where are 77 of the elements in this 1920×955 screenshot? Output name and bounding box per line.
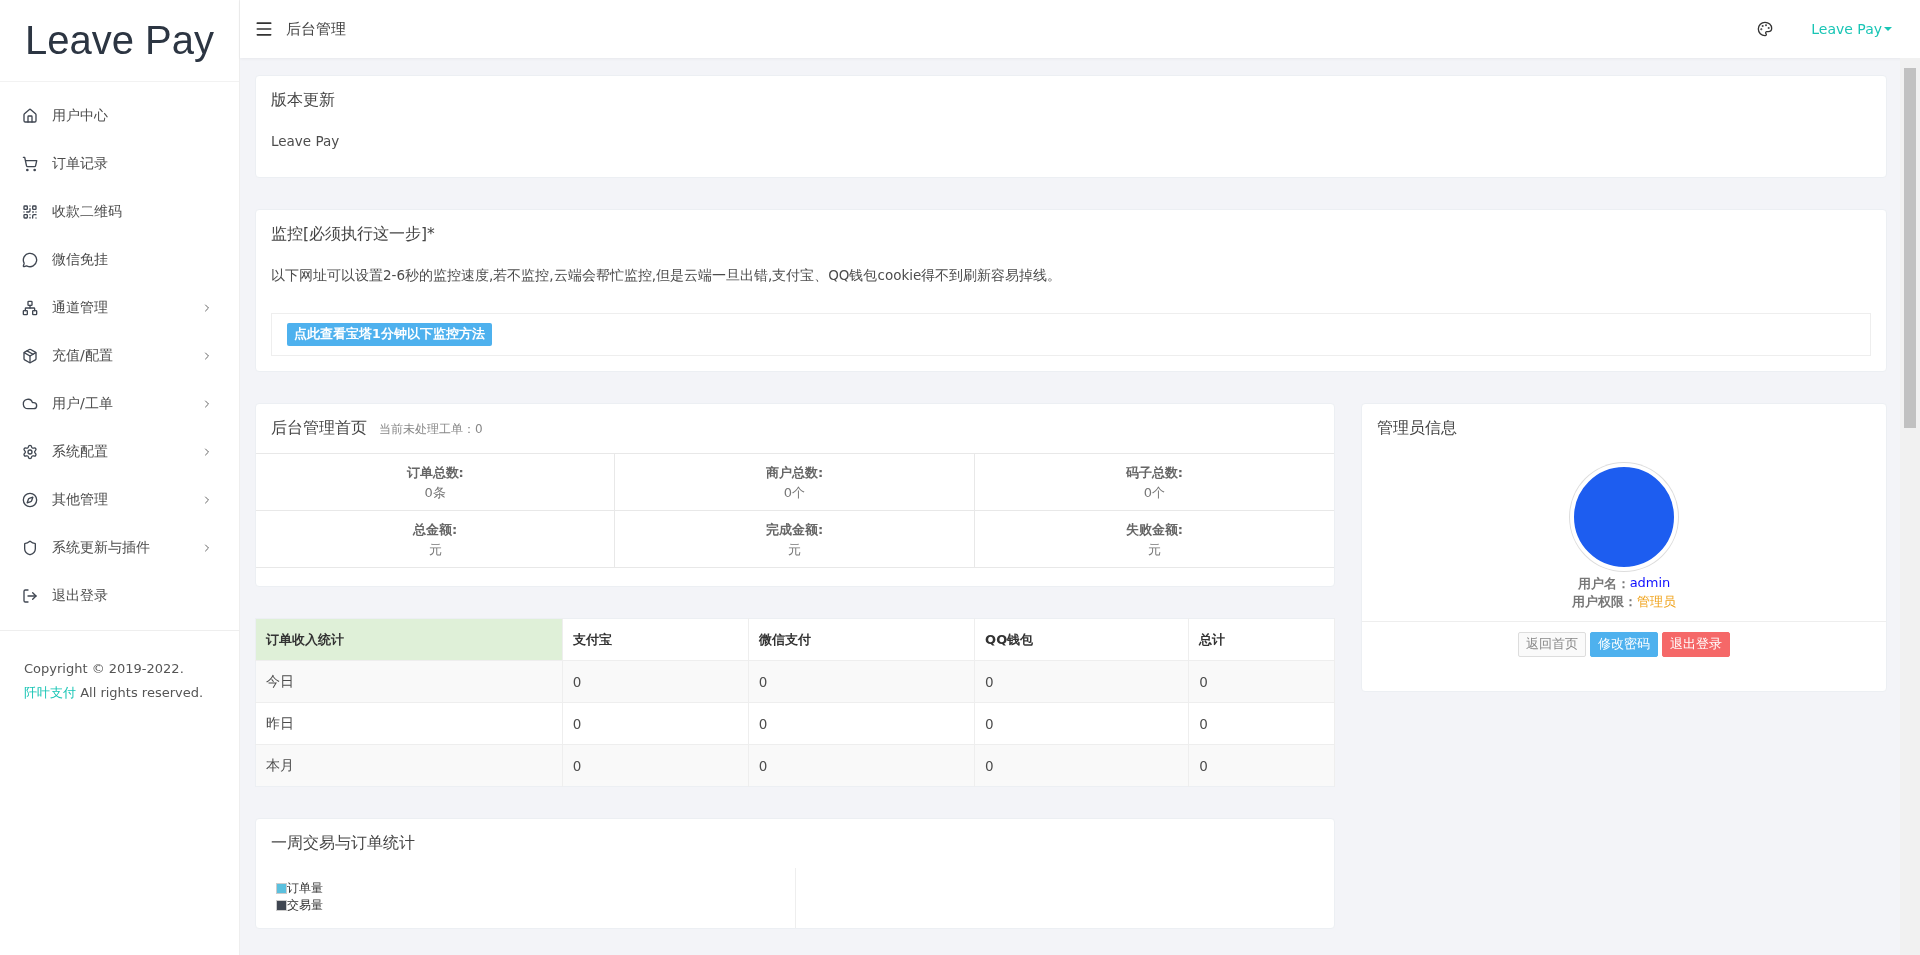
chat-bubble-icon bbox=[22, 252, 38, 268]
qr-code-icon bbox=[22, 204, 38, 220]
scrollbar[interactable] bbox=[1900, 58, 1920, 955]
scrollbar-thumb[interactable] bbox=[1904, 68, 1916, 428]
sidebar-item[interactable]: 订单记录 bbox=[0, 140, 239, 188]
network-icon bbox=[22, 300, 38, 316]
legend-label: 交易量 bbox=[287, 897, 323, 914]
stat-label: 订单总数: bbox=[406, 464, 464, 482]
stat-label: 商户总数: bbox=[765, 464, 824, 482]
column-header: QQ钱包 bbox=[974, 618, 1189, 661]
table-cell: 0 bbox=[974, 744, 1189, 787]
table-cell: 0 bbox=[562, 702, 749, 745]
table-cell: 0 bbox=[562, 744, 749, 787]
card-title: 一周交易与订单统计 bbox=[271, 833, 415, 854]
table-cell: 0 bbox=[562, 660, 749, 703]
card-title: 管理员信息 bbox=[1377, 418, 1457, 439]
table-cell: 0 bbox=[974, 660, 1189, 703]
field-label: 用户权限： bbox=[1572, 593, 1637, 611]
sidebar-item[interactable]: 用户中心 bbox=[0, 92, 239, 140]
table-cell: 0 bbox=[974, 702, 1189, 745]
sidebar-item[interactable]: 通道管理 bbox=[0, 284, 239, 332]
menu-icon[interactable] bbox=[254, 19, 274, 39]
table-cell: 0 bbox=[748, 702, 975, 745]
column-header: 总计 bbox=[1188, 618, 1335, 661]
package-icon bbox=[22, 348, 38, 364]
sidebar-item[interactable]: 退出登录 bbox=[0, 572, 239, 620]
action-button[interactable]: 返回首页 bbox=[1518, 632, 1586, 657]
copyright-text: Copyright © 2019-2022. 阡叶支付 All rights reserved. bbox=[23, 660, 205, 702]
field-label: 用户名： bbox=[1577, 575, 1630, 593]
stat-value: 元 bbox=[1147, 541, 1161, 559]
home-icon bbox=[22, 108, 38, 124]
stat-value: 0个 bbox=[783, 484, 806, 502]
shield-icon bbox=[22, 540, 38, 556]
compass-icon bbox=[22, 492, 38, 508]
table-cell: 0 bbox=[1188, 660, 1335, 703]
table-cell: 0 bbox=[1188, 702, 1335, 745]
sidebar-item[interactable]: 系统更新与插件 bbox=[0, 524, 239, 572]
table-cell: 0 bbox=[748, 660, 975, 703]
sidebar-item[interactable]: 其他管理 bbox=[0, 476, 239, 524]
logout-icon bbox=[22, 588, 38, 604]
sidebar-item[interactable]: 系统配置 bbox=[0, 428, 239, 476]
stat-value: 元 bbox=[428, 541, 442, 559]
version-text: Leave Pay bbox=[270, 132, 341, 151]
cart-icon bbox=[22, 156, 38, 172]
table-cell: 0 bbox=[748, 744, 975, 787]
caret-icon bbox=[1884, 27, 1892, 31]
sidebar-item[interactable]: 用户/工单 bbox=[0, 380, 239, 428]
column-header: 支付宝 bbox=[562, 618, 749, 661]
username: admin bbox=[1629, 575, 1671, 592]
cloud-icon bbox=[22, 396, 38, 412]
legend-label: 订单量 bbox=[287, 880, 323, 897]
stat-label: 失败金额: bbox=[1125, 521, 1183, 539]
sidebar-item[interactable]: 收款二维码 bbox=[0, 188, 239, 236]
stat-label: 总金额: bbox=[413, 521, 458, 539]
column-header: 订单收入统计 bbox=[255, 618, 563, 661]
sidebar-item[interactable]: 充值/配置 bbox=[0, 332, 239, 380]
stat-label: 码子总数: bbox=[1125, 464, 1183, 482]
table-cell: 昨日 bbox=[255, 702, 563, 745]
stat-value: 0条 bbox=[424, 484, 446, 502]
sidebar-item[interactable]: 微信免挂 bbox=[0, 236, 239, 284]
sidebar-logo: Leave Pay bbox=[0, 0, 239, 82]
palette-icon[interactable] bbox=[1757, 21, 1774, 37]
stat-value: 0个 bbox=[1143, 484, 1165, 502]
stat-value: 元 bbox=[788, 541, 801, 559]
user-role: 管理员 bbox=[1637, 593, 1676, 611]
monitor-description: 以下网址可以设置2-6秒的监控速度,若不监控,云端会帮忙监控,但是云端一旦出错,支付宝、QQ钱包cookie得不到刷新容易掉线。 bbox=[270, 266, 1063, 285]
table-cell: 今日 bbox=[255, 660, 563, 703]
pending-tickets: 当前未处理工单：0 bbox=[379, 421, 483, 438]
card-title: 后台管理首页 bbox=[271, 418, 367, 439]
table-cell: 本月 bbox=[255, 744, 563, 787]
header-title: 后台管理 bbox=[286, 19, 347, 39]
card-title: 监控[必须执行这一步]* bbox=[271, 224, 435, 245]
table-cell: 0 bbox=[1188, 744, 1335, 787]
settings-icon bbox=[22, 444, 38, 460]
stat-label: 完成金额: bbox=[765, 521, 824, 539]
column-header: 微信支付 bbox=[748, 618, 975, 661]
card-title: 版本更新 bbox=[271, 90, 335, 111]
